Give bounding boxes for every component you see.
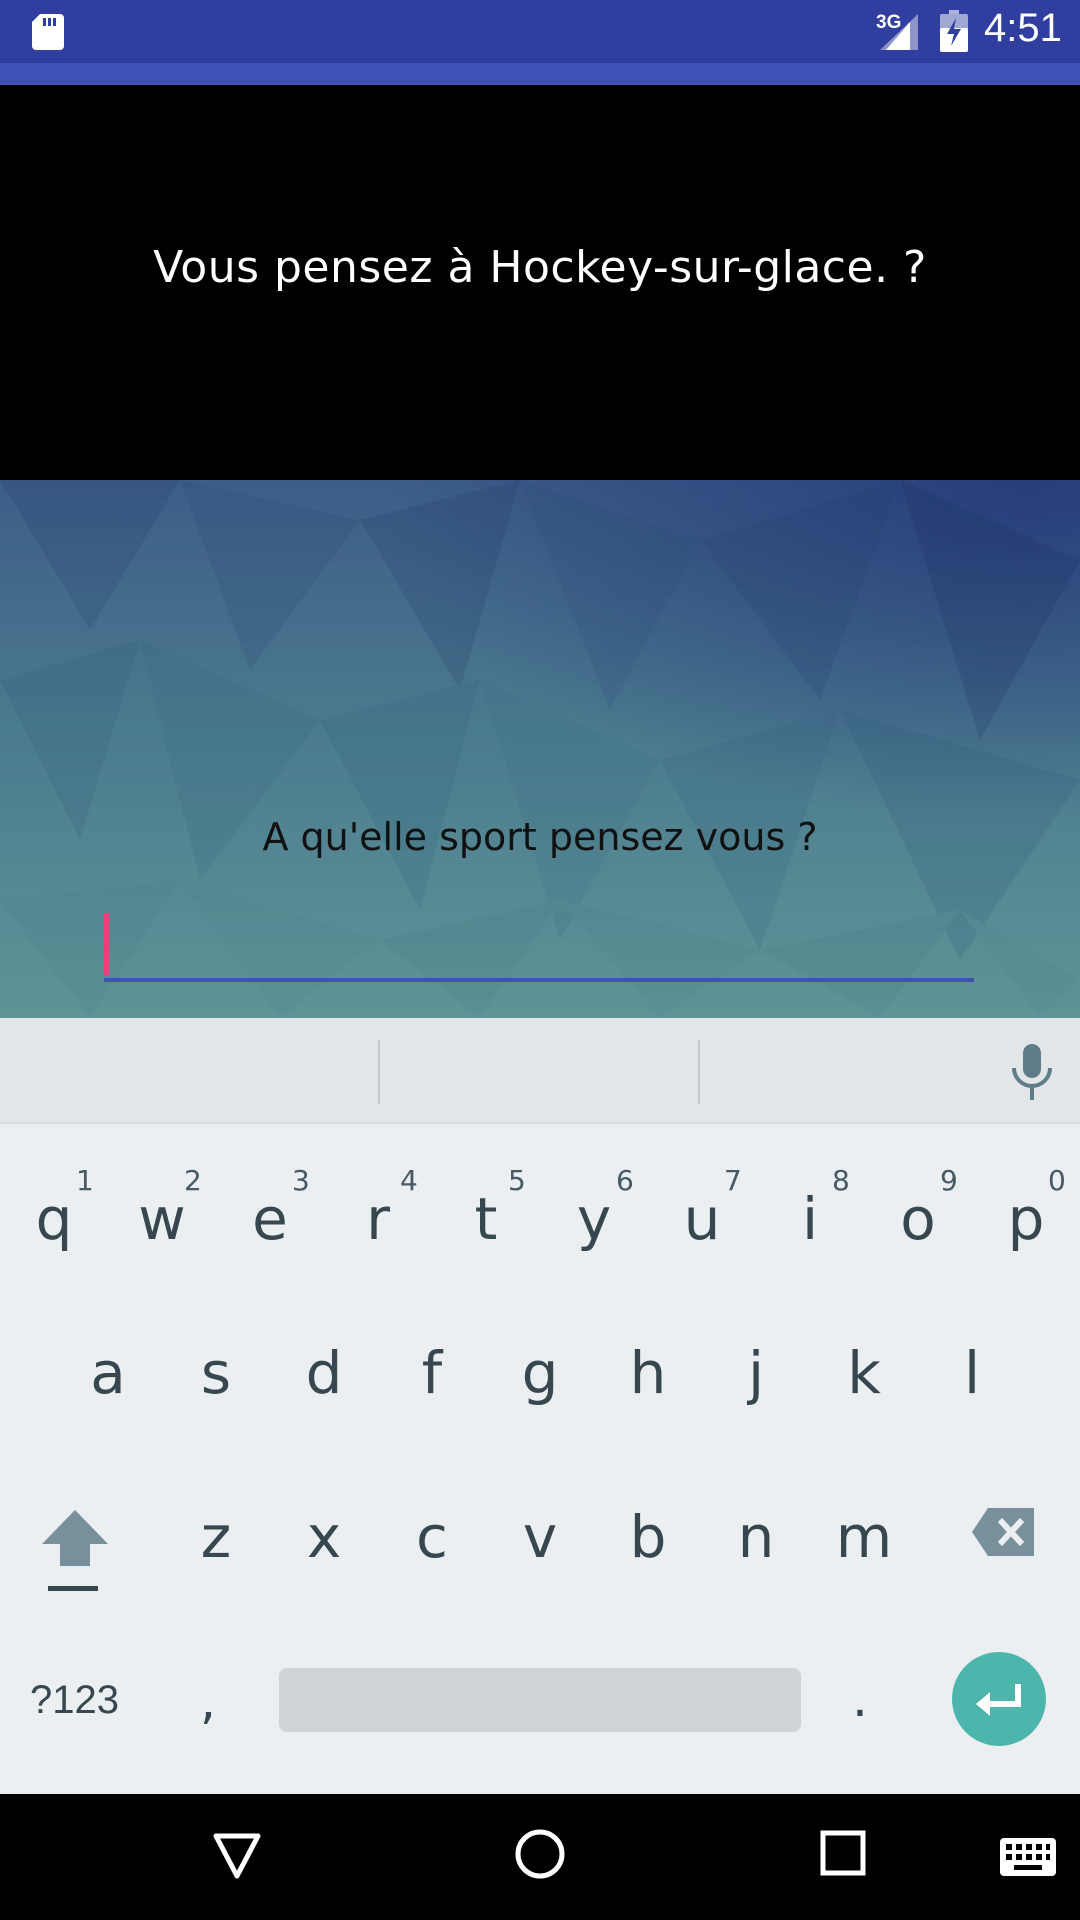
key-label: i (801, 1185, 819, 1253)
key-label: g (521, 1339, 559, 1407)
text-cursor (104, 913, 109, 975)
back-icon[interactable] (212, 1832, 262, 1880)
key-label: a (90, 1339, 126, 1407)
key-s[interactable]: s (162, 1300, 270, 1424)
comma-key[interactable]: , (200, 1672, 216, 1730)
enter-key[interactable] (952, 1652, 1046, 1746)
key-i[interactable]: 8i (756, 1140, 864, 1264)
question-panel: Vous pensez à Hockey-sur-glace. ? (0, 85, 1080, 480)
key-label: p (1007, 1185, 1045, 1253)
key-c[interactable]: c (378, 1464, 486, 1588)
status-bar: 3G 4:51 (0, 0, 1080, 63)
key-d[interactable]: d (270, 1300, 378, 1424)
enter-arrow-icon (976, 1684, 1021, 1716)
symbols-key[interactable]: ?123 (30, 1678, 119, 1723)
key-label: y (576, 1185, 612, 1253)
clock: 4:51 (984, 6, 1062, 50)
key-b[interactable]: b (594, 1464, 702, 1588)
key-h[interactable]: h (594, 1300, 702, 1424)
battery-charging-icon (940, 10, 968, 52)
navigation-bar (0, 1794, 1080, 1920)
key-label: q (35, 1185, 73, 1253)
shift-key-icon[interactable] (36, 1500, 114, 1600)
key-label: h (629, 1339, 667, 1407)
space-key[interactable] (279, 1668, 801, 1732)
answer-panel: A qu'elle sport pensez vous ? (0, 480, 1080, 1018)
key-label: l (963, 1339, 981, 1407)
suggestion-strip (0, 1018, 1080, 1124)
key-label: o (900, 1185, 936, 1253)
key-p[interactable]: 0p (972, 1140, 1080, 1264)
key-label: s (200, 1339, 232, 1407)
key-z[interactable]: z (162, 1464, 270, 1588)
key-label: f (421, 1339, 443, 1407)
key-label: m (835, 1503, 893, 1571)
sd-card-icon (32, 14, 64, 50)
key-label: t (474, 1185, 498, 1253)
keyboard-switch-icon[interactable] (1000, 1838, 1056, 1876)
app-bar (0, 63, 1080, 85)
key-v[interactable]: v (486, 1464, 594, 1588)
key-k[interactable]: k (810, 1300, 918, 1424)
key-label: v (522, 1503, 558, 1571)
key-label: e (252, 1185, 288, 1253)
answer-input[interactable] (104, 910, 974, 982)
key-label: n (737, 1503, 775, 1571)
key-j[interactable]: j (702, 1300, 810, 1424)
key-label: u (683, 1185, 721, 1253)
backspace-key-icon[interactable] (972, 1504, 1038, 1560)
question-text: Vous pensez à Hockey-sur-glace. ? (153, 242, 927, 293)
key-x[interactable]: x (270, 1464, 378, 1588)
key-t[interactable]: 5t (432, 1140, 540, 1264)
recents-icon[interactable] (820, 1830, 866, 1876)
signal-icon (880, 14, 918, 50)
key-q[interactable]: 1q (0, 1140, 108, 1264)
key-label: d (305, 1339, 343, 1407)
microphone-icon[interactable] (1008, 1044, 1056, 1100)
key-l[interactable]: l (918, 1300, 1026, 1424)
key-u[interactable]: 7u (648, 1140, 756, 1264)
key-g[interactable]: g (486, 1300, 594, 1424)
key-e[interactable]: 3e (216, 1140, 324, 1264)
key-o[interactable]: 9o (864, 1140, 972, 1264)
key-y[interactable]: 6y (540, 1140, 648, 1264)
prompt-label: A qu'elle sport pensez vous ? (262, 815, 818, 859)
key-label: j (747, 1339, 765, 1407)
suggestion-divider (378, 1040, 380, 1104)
key-m[interactable]: m (810, 1464, 918, 1588)
key-n[interactable]: n (702, 1464, 810, 1588)
key-r[interactable]: 4r (324, 1140, 432, 1264)
key-label: x (306, 1503, 342, 1571)
suggestion-divider (698, 1040, 700, 1104)
key-label: z (200, 1503, 232, 1571)
period-key[interactable]: . (852, 1670, 868, 1728)
key-label: w (138, 1185, 186, 1253)
key-label: c (416, 1503, 448, 1571)
key-label: b (629, 1503, 667, 1571)
key-f[interactable]: f (378, 1300, 486, 1424)
home-icon[interactable] (514, 1828, 566, 1880)
soft-keyboard: 1q2w3e4r5t6y7u8i9o0p a s d f g h j k l z x c v b nm ?… (0, 1018, 1080, 1794)
key-label: k (847, 1339, 881, 1407)
key-label: r (366, 1185, 390, 1253)
key-a[interactable]: a (54, 1300, 162, 1424)
key-w[interactable]: 2w (108, 1140, 216, 1264)
